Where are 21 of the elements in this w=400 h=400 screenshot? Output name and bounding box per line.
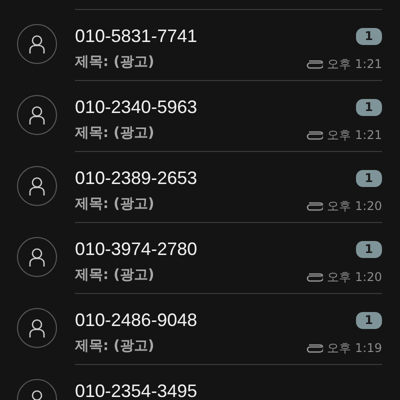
message-subject: 제목: (광고) xyxy=(75,337,156,355)
sender-number: 010-2389-2653 xyxy=(75,168,198,188)
message-subject: 제목: (광고) xyxy=(75,53,156,71)
message-time: 오후 1:21 xyxy=(327,127,382,144)
sender-number: 010-2340-5963 xyxy=(75,97,198,117)
message-subject: 제목: (광고) xyxy=(75,266,156,284)
message-time: 오후 1:20 xyxy=(327,269,382,286)
sender-number: 010-5831-7741 xyxy=(75,26,198,46)
sender-number: 010-2354-3495 xyxy=(75,381,198,400)
message-subject: 제목: (광고) xyxy=(75,195,156,213)
message-time: 오후 1:21 xyxy=(327,56,382,73)
message-subject: 제목: (광고) xyxy=(75,124,156,142)
unread-count: 1 xyxy=(356,99,382,116)
unread-count: 1 xyxy=(356,170,382,187)
message-time: 오후 1:19 xyxy=(327,340,382,357)
unread-count: 1 xyxy=(356,241,382,258)
sender-number: 010-3974-2780 xyxy=(75,239,198,259)
unread-count: 1 xyxy=(356,312,382,329)
message-time: 오후 1:20 xyxy=(327,198,382,215)
unread-count: 1 xyxy=(356,28,382,45)
sender-number: 010-2486-9048 xyxy=(75,310,198,330)
